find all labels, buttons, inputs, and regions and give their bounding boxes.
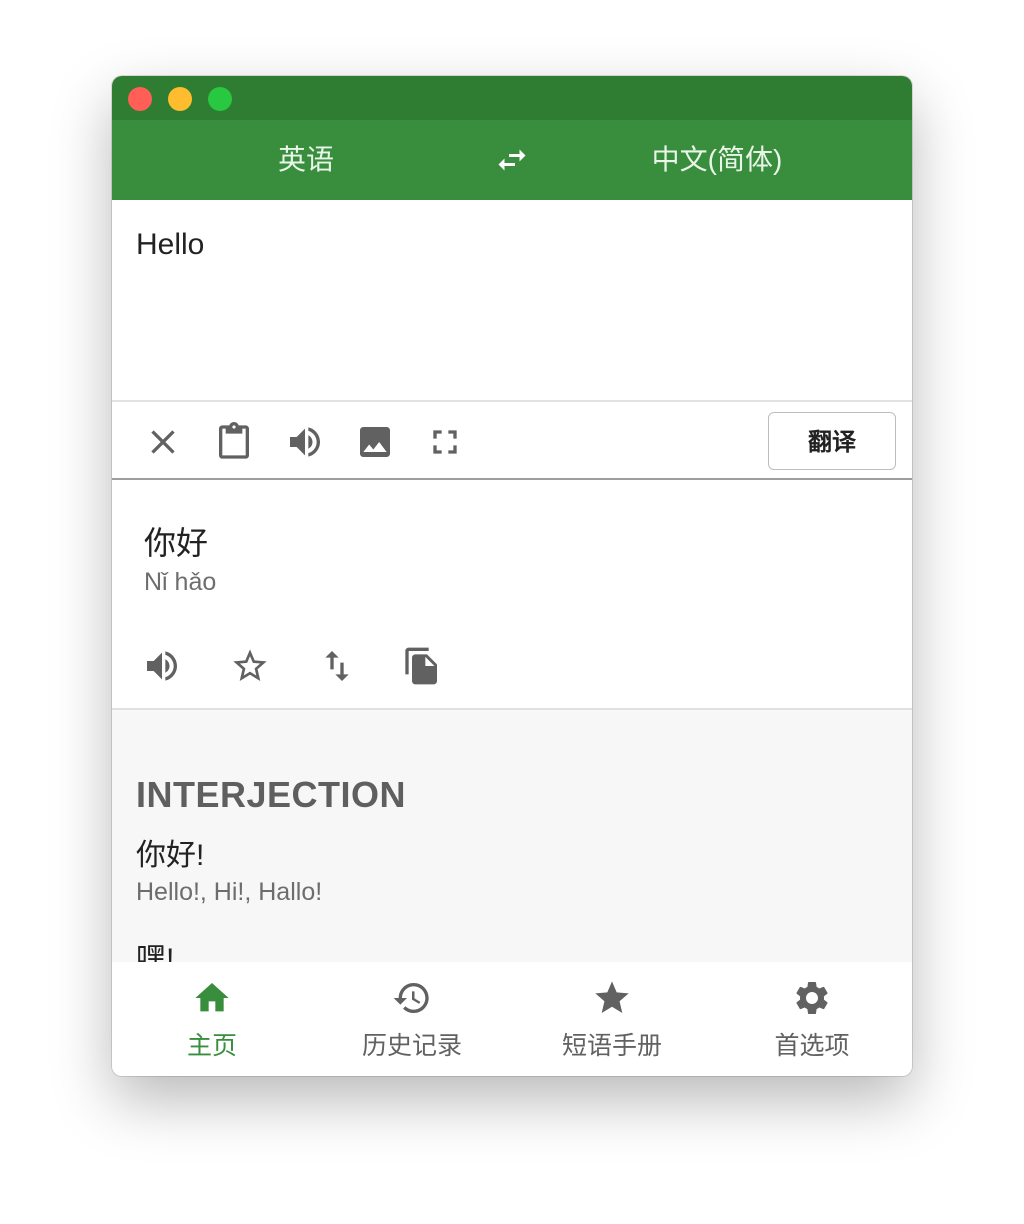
app-window: 英语 中文(简体) Hello 翻译 你好 Nǐ hǎo INTERJECTIO… [112,76,912,1076]
source-text[interactable]: Hello [136,228,204,262]
speaker-icon[interactable] [142,646,182,686]
swap-vert-icon[interactable] [317,646,357,686]
speaker-icon[interactable] [285,422,325,462]
title-bar [112,76,912,120]
part-of-speech-heading: INTERJECTION [136,774,407,815]
star-outline-icon[interactable] [230,646,270,686]
input-toolbar: 翻译 [112,400,912,480]
nav-item-phrasebook[interactable]: 短语手册 [512,962,712,1076]
close-window-button[interactable] [128,87,152,111]
image-icon[interactable] [355,422,395,462]
zoom-window-button[interactable] [208,87,232,111]
swap-horiz-icon[interactable] [493,142,531,178]
target-language-selector[interactable]: 中文(简体) [617,120,817,200]
clipboard-icon[interactable] [214,422,254,462]
minimize-window-button[interactable] [168,87,192,111]
clear-icon[interactable] [143,422,183,462]
dictionary-panel: INTERJECTION 你好! Hello!, Hi!, Hallo! 嘿! [112,708,912,962]
language-bar: 英语 中文(简体) [112,120,912,200]
translation-result: 你好 Nǐ hǎo [112,482,912,708]
nav-label: 主页 [186,1032,237,1060]
star-icon [595,981,629,1013]
nav-item-preferences[interactable]: 首选项 [712,962,912,1076]
dictionary-entry-synonyms: Hello!, Hi!, Hallo! [136,878,323,906]
source-language-selector[interactable]: 英语 [206,120,406,200]
translate-button[interactable]: 翻译 [768,412,896,470]
transliteration-text: Nǐ hǎo [144,568,217,596]
nav-item-home[interactable]: 主页 [112,962,312,1076]
settings-icon [796,982,828,1014]
nav-item-history[interactable]: 历史记录 [312,962,512,1076]
nav-label: 历史记录 [361,1032,462,1060]
home-icon [195,983,229,1012]
translated-text: 你好 [144,525,209,561]
nav-label: 短语手册 [561,1032,662,1060]
bottom-navigation: 主页 历史记录 短语手册 首选项 [112,962,912,1076]
history-icon [393,983,429,1013]
source-text-input[interactable]: Hello [112,200,912,400]
copy-icon[interactable] [402,646,442,686]
dictionary-entry-word: 嘿! [136,943,175,962]
fullscreen-icon[interactable] [425,422,465,462]
dictionary-entry-word: 你好! [136,839,205,872]
nav-label: 首选项 [774,1032,850,1060]
